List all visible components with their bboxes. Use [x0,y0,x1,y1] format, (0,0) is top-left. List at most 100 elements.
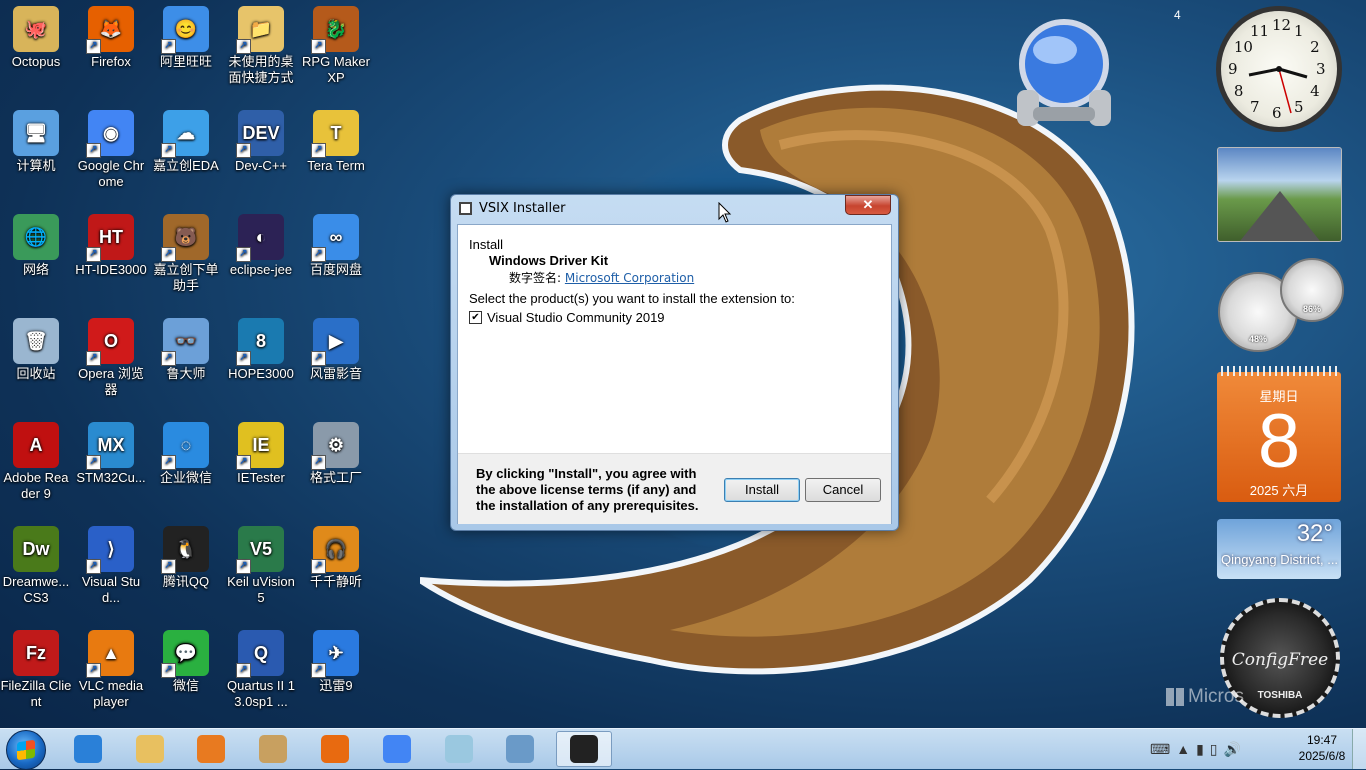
shortcut-arrow-icon: ↗ [236,351,251,366]
keyboard-icon[interactable]: ⌨ [1150,741,1170,758]
taskbar-internet-explorer[interactable] [60,731,116,767]
signature-label: 数字签名: [509,271,562,285]
product-option[interactable]: ✔ Visual Studio Community 2019 [469,310,665,325]
chrome-icon [383,735,411,763]
taskbar-paint[interactable] [245,731,301,767]
desktop-icon[interactable]: IE ↗ IETester [225,418,297,486]
taskbar-clock[interactable]: 19:47 2025/6/8 [1296,732,1348,764]
desktop-icon[interactable]: 🐧 ↗ 腾讯QQ [150,522,222,590]
memory-meter-gadget[interactable]: 86% [1280,258,1344,322]
license-terms: By clicking "Install", you agree with th… [476,466,699,513]
show-hidden-icons-icon[interactable]: ▲ [1176,741,1190,757]
desktop-icon[interactable]: 🦊 ↗ Firefox [75,2,147,70]
desktop-icon[interactable]: Dw Dreamwe... CS3 [0,522,72,606]
app-icon: ✈ ↗ [311,630,359,678]
firefox-icon [321,735,349,763]
power-icon[interactable]: ▯ [1210,741,1218,758]
desktop-icon[interactable]: ▶ ↗ 风雷影音 [300,314,372,382]
desktop-icon-label: 百度网盘 [309,262,362,277]
desktop-icon[interactable]: 🐻 ↗ 嘉立创下单助手 [150,210,222,294]
desktop-icon[interactable]: 😊 ↗ 阿里旺旺 [150,2,222,70]
install-button[interactable]: Install [724,478,800,502]
desktop-icon[interactable]: Q ↗ Quartus II 13.0sp1 ... [225,626,297,710]
desktop-icon[interactable]: 📁 ↗ 未使用的桌面快捷方式 [225,2,297,86]
desktop-icon[interactable]: ☁ ↗ 嘉立创EDA [150,106,222,174]
desktop-icon[interactable]: O ↗ Opera 浏览器 [75,314,147,398]
calendar-gadget[interactable]: 星期日 8 2025 六月 [1217,366,1341,502]
desktop-icon[interactable]: 👓 ↗ 鲁大师 [150,314,222,382]
taskbar-notepad[interactable] [431,731,487,767]
dialog-body: Install Windows Driver Kit 数字签名: Microso… [457,224,892,524]
mouse-cursor-icon [718,202,732,223]
calendar-rings [1221,366,1337,376]
app-icon: O ↗ [86,318,134,366]
taskbar-calculator[interactable] [492,731,548,767]
desktop-icon[interactable]: ∞ ↗ 百度网盘 [300,210,372,278]
gadget-page-badge: 4 [1174,8,1181,22]
desktop-icon[interactable]: 🎧 ↗ 千千静听 [300,522,372,590]
close-button[interactable]: ✕ [845,195,891,215]
desktop-icon[interactable]: HT ↗ HT-IDE3000 [75,210,147,278]
slideshow-gadget[interactable] [1217,147,1342,242]
app-icon: ☁ ↗ [161,110,209,158]
desktop-icon[interactable]: ◉ ↗ Google Chrome [75,106,147,190]
desktop-icon[interactable]: DEV ↗ Dev-C++ [225,106,297,174]
desktop-icon-label: 格式工厂 [309,470,362,485]
taskbar-chrome[interactable] [369,731,425,767]
taskbar-firefox[interactable] [307,731,363,767]
desktop-icon[interactable]: ⚙ ↗ 格式工厂 [300,418,372,486]
network-signal-icon[interactable]: ▮ [1196,741,1204,758]
desktop-icon-label: Opera 浏览器 [78,366,144,397]
shortcut-arrow-icon: ↗ [86,559,101,574]
weather-gadget[interactable]: 32° Qingyang District, ... [1217,519,1341,579]
desktop-icon-label: Adobe Reader 9 [3,470,69,501]
app-icon: T ↗ [311,110,359,158]
shortcut-arrow-icon: ↗ [161,351,176,366]
taskbar-file-explorer[interactable] [122,731,178,767]
app-icon: IE ↗ [236,422,284,470]
desktop-icon[interactable]: A Adobe Reader 9 [0,418,72,502]
app-icon: 🐉 ↗ [311,6,359,54]
sphere-gadget-icon[interactable] [1005,12,1123,130]
shortcut-arrow-icon: ↗ [161,143,176,158]
desktop-icon[interactable]: MX ↗ STM32Cu... [75,418,147,486]
clock-numeral: 12 [1272,16,1292,34]
desktop-icon-label: Keil uVision5 [227,574,295,605]
shortcut-arrow-icon: ↗ [86,455,101,470]
taskbar-vsix-installer[interactable] [556,731,612,767]
desktop-icon[interactable]: 💬 ↗ 微信 [150,626,222,694]
desktop-icon[interactable]: ◌ ↗ 企业微信 [150,418,222,486]
desktop-icon-label: Visual Stud... [81,574,141,605]
desktop-icon[interactable]: 🐉 ↗ RPG Maker XP [300,2,372,86]
memory-meter-value: 86% [1302,304,1321,314]
taskbar-media-player[interactable] [183,731,239,767]
show-desktop-button[interactable] [1352,729,1366,769]
weather-temperature: 32° [1296,520,1333,547]
desktop-icon[interactable]: 🌐 网络 [0,210,72,278]
desktop-icon[interactable]: ⟩ ↗ Visual Stud... [75,522,147,606]
publisher-link[interactable]: Microsoft Corporation [565,271,694,285]
desktop-icon[interactable]: 🖥 计算机 [0,106,72,174]
desktop-icon[interactable]: 🗑 回收站 [0,314,72,382]
select-product-prompt: Select the product(s) you want to instal… [469,291,795,306]
product-checkbox[interactable]: ✔ [469,311,482,324]
desktop-icon[interactable]: V5 ↗ Keil uVision5 [225,522,297,606]
desktop-icon[interactable]: 8 ↗ HOPE3000 [225,314,297,382]
cancel-button[interactable]: Cancel [805,478,881,502]
app-icon: ▶ ↗ [311,318,359,366]
clock-numeral: 3 [1316,60,1326,78]
desktop-icon[interactable]: ▲ ↗ VLC media player [75,626,147,710]
dialog-footer: By clicking "Install", you agree with th… [458,453,891,524]
desktop-icon-label: HOPE3000 [228,366,294,381]
shortcut-arrow-icon: ↗ [86,39,101,54]
volume-icon[interactable]: 🔊 [1224,741,1241,758]
desktop-icon[interactable]: ✈ ↗ 迅雷9 [300,626,372,694]
desktop-icon-label: VLC media player [78,678,144,709]
start-button[interactable] [6,730,46,770]
analog-clock-gadget[interactable]: 12 1 2 3 4 5 6 7 8 9 10 11 [1216,6,1342,132]
desktop-icon[interactable]: Fz FileZilla Client [0,626,72,710]
desktop-icon[interactable]: ◐ ↗ eclipse-jee [225,210,297,278]
desktop-icon[interactable]: T ↗ Tera Term [300,106,372,174]
desktop-icon[interactable]: 🐙 Octopus [0,2,72,70]
desktop-icon-label: Octopus [11,54,61,69]
